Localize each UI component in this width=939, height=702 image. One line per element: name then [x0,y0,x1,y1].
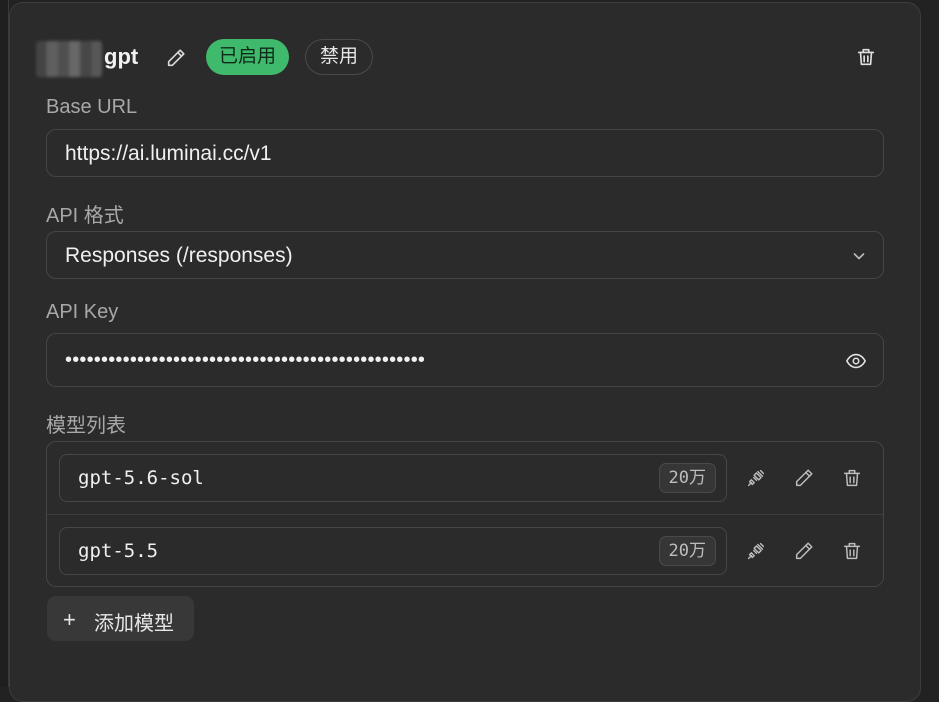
left-panel-edge [0,0,9,687]
edit-model-pencil-icon[interactable] [793,467,815,489]
provider-avatar [36,41,102,77]
context-size-badge: 20万 [658,463,716,493]
model-name-field[interactable]: gpt-5.6-sol 20万 [59,454,727,502]
delete-model-trash-icon[interactable] [841,540,863,562]
provider-header: gpt 已启用 禁用 [36,38,939,77]
api-format-select[interactable]: Responses (/responses) [46,231,884,279]
show-key-eye-icon[interactable] [845,351,867,371]
model-row: gpt-5.6-sol 20万 [47,442,883,515]
test-connection-plug-icon[interactable] [745,540,767,562]
model-list-label: 模型列表 [46,415,126,437]
edit-name-pencil-icon[interactable] [165,47,187,69]
api-format-label: API 格式 [46,205,124,227]
model-name-field[interactable]: gpt-5.5 20万 [59,527,727,575]
provider-name: gpt [104,44,139,69]
base-url-value: https://ai.luminai.cc/v1 [65,142,272,165]
model-name: gpt-5.6-sol [78,467,204,489]
test-connection-plug-icon[interactable] [745,467,767,489]
base-url-input[interactable]: https://ai.luminai.cc/v1 [46,129,884,177]
enabled-status-badge[interactable]: 已启用 [206,39,290,75]
chevron-down-icon [851,248,867,264]
api-key-masked-value: ••••••••••••••••••••••••••••••••••••••••… [65,349,426,371]
edit-model-pencil-icon[interactable] [793,540,815,562]
api-key-label: API Key [46,301,119,323]
model-list: gpt-5.6-sol 20万 gpt-5.5 20万 [46,441,884,587]
model-name: gpt-5.5 [78,540,159,562]
model-row: gpt-5.5 20万 [47,515,883,587]
api-key-input[interactable]: ••••••••••••••••••••••••••••••••••••••••… [46,333,884,387]
base-url-label: Base URL [46,96,138,118]
add-model-label: 添加模型 [94,613,174,635]
plus-icon: + [63,607,76,632]
disable-button[interactable]: 禁用 [305,39,374,75]
context-size-badge: 20万 [658,536,716,566]
add-model-button[interactable]: + 添加模型 [47,596,194,641]
api-format-selected: Responses (/responses) [65,244,293,267]
delete-model-trash-icon[interactable] [841,467,863,489]
delete-provider-trash-icon[interactable] [855,46,877,68]
